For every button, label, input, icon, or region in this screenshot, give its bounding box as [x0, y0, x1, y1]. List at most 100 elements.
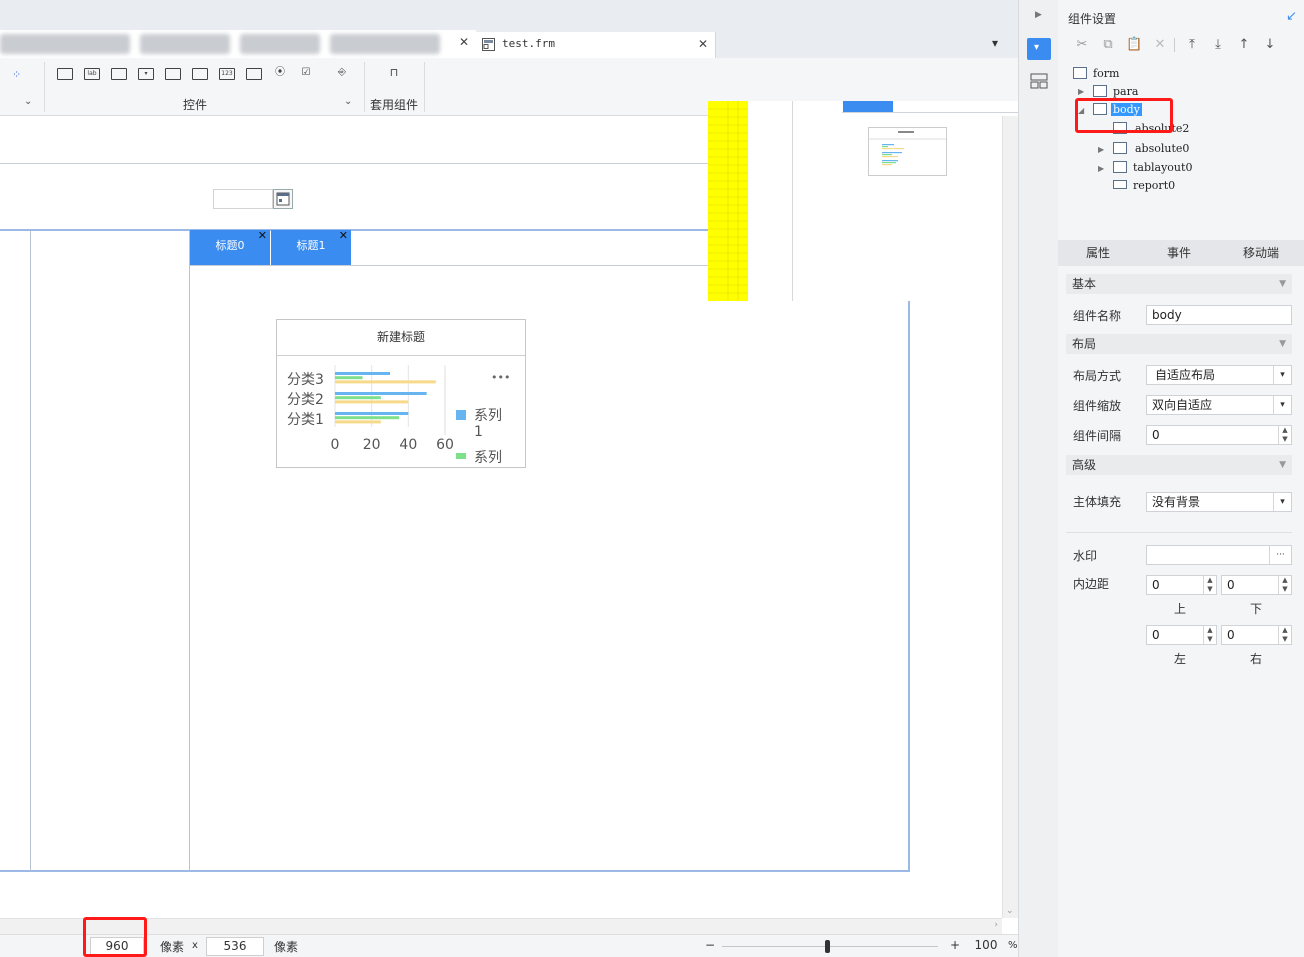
tab-events[interactable]: 事件: [1148, 240, 1210, 266]
chevron-down-icon[interactable]: ⌄: [24, 96, 32, 107]
gap-input[interactable]: 0 ▲ ▼: [1146, 425, 1292, 445]
layout-panel-button[interactable]: [1027, 70, 1051, 92]
layout-mode-value: 自适应布局: [1155, 368, 1216, 382]
pin-icon[interactable]: ↙: [1286, 9, 1297, 24]
move-bottom-icon[interactable]: ⤓: [1210, 37, 1226, 53]
spinner-icon[interactable]: ▲ ▼: [1278, 426, 1291, 444]
close-icon[interactable]: ✕: [258, 220, 267, 252]
vertical-scrollbar[interactable]: ⌄: [1002, 116, 1018, 918]
spinner-icon[interactable]: ▲ ▼: [1278, 576, 1291, 594]
chart-bar: [335, 400, 409, 404]
sparkle-icon[interactable]: ⁘: [12, 68, 21, 81]
tab-title0[interactable]: 标题0 ✕: [190, 229, 270, 265]
scroll-down-icon[interactable]: ⌄: [1006, 906, 1014, 916]
move-up-icon[interactable]: ↑: [1236, 37, 1252, 53]
spinner-icon[interactable]: ▲ ▼: [1278, 626, 1291, 644]
tab-mobile[interactable]: 移动端: [1230, 240, 1292, 266]
tree-node-absolute2[interactable]: absolute2: [1135, 122, 1189, 135]
tab-title1[interactable]: 标题1 ✕: [271, 229, 351, 265]
layout-mode-select[interactable]: 自适应布局 ▾: [1146, 365, 1292, 385]
paste-icon[interactable]: 📋: [1126, 37, 1142, 53]
chevron-down-icon[interactable]: ▾: [1273, 493, 1291, 511]
width-input[interactable]: 960: [90, 937, 144, 956]
height-input[interactable]: 536: [206, 937, 264, 956]
move-down-icon[interactable]: ↓: [1262, 37, 1278, 53]
zoom-slider-handle[interactable]: [825, 940, 830, 953]
watermark-input[interactable]: ···: [1146, 545, 1292, 565]
tree-node-report0[interactable]: report0: [1133, 179, 1175, 192]
number-widget-icon[interactable]: 123: [219, 68, 235, 80]
grid-widget-icon[interactable]: [192, 68, 208, 80]
padding-bottom-input[interactable]: 0 ▲ ▼: [1221, 575, 1292, 595]
copy-icon[interactable]: ⧉: [1100, 37, 1116, 53]
thumbnail-bar: [882, 152, 902, 154]
chevron-down-icon[interactable]: ▾: [1273, 396, 1291, 414]
chevron-down-icon[interactable]: ▾: [1273, 366, 1291, 384]
tree-node-form[interactable]: form: [1093, 67, 1119, 80]
tree-node-body[interactable]: body: [1111, 103, 1142, 116]
thumbnail-bar: [882, 148, 904, 150]
horizontal-scrollbar[interactable]: ›: [0, 918, 1002, 934]
close-icon[interactable]: ✕: [459, 35, 469, 49]
zoom-input[interactable]: 100: [968, 937, 1004, 956]
combobox-widget-icon[interactable]: ▾: [138, 68, 154, 80]
tab-menu-icon[interactable]: ▾: [992, 36, 998, 50]
button-widget-icon[interactable]: [57, 68, 73, 80]
zoom-in-button[interactable]: +: [950, 938, 960, 952]
thumbnail-bar: [882, 156, 898, 158]
collapse-arrow-icon[interactable]: ◢: [1078, 106, 1084, 115]
spinner-icon[interactable]: ▲ ▼: [1203, 626, 1216, 644]
padding-top-input[interactable]: 0 ▲ ▼: [1146, 575, 1217, 595]
expand-arrow-icon[interactable]: ▶: [1078, 87, 1084, 96]
move-top-icon[interactable]: ⤒: [1184, 37, 1200, 53]
zoom-slider-track[interactable]: [722, 946, 938, 947]
tab-blurred[interactable]: ✕: [0, 30, 476, 58]
tab-properties[interactable]: 属性: [1068, 240, 1128, 266]
x-tick-label: 40: [399, 437, 417, 453]
padding-right-input[interactable]: 0 ▲ ▼: [1221, 625, 1292, 645]
scale-label: 组件缩放: [1073, 399, 1122, 413]
widget-settings-button[interactable]: ▾: [1027, 38, 1051, 60]
form-node-icon: [1073, 67, 1087, 79]
tree-node-absolute0[interactable]: absolute0: [1135, 142, 1189, 155]
zoom-out-button[interactable]: −: [705, 938, 715, 952]
close-icon[interactable]: ✕: [698, 37, 708, 51]
radio-group-icon[interactable]: ⦿: [272, 68, 288, 80]
textbox-widget-icon[interactable]: [111, 68, 127, 80]
checkbox-group-icon[interactable]: ☑: [298, 68, 314, 80]
expand-arrow-icon[interactable]: ▶: [1098, 145, 1104, 154]
component-name-input[interactable]: body: [1146, 305, 1292, 325]
label-widget-icon[interactable]: lab: [84, 68, 100, 80]
chart-widget[interactable]: 新建标题 0 20 40 60 分类3 分类2 分类1 ••• 系列 1 系列: [276, 319, 526, 468]
tree-node-tablayout0[interactable]: tablayout0: [1133, 161, 1192, 174]
x-tick-label: 20: [363, 437, 381, 453]
delete-icon[interactable]: ✕: [1152, 37, 1168, 53]
thumbnail-bar: [882, 162, 896, 164]
close-icon[interactable]: ✕: [339, 220, 348, 252]
section-basic[interactable]: 基本 ▼: [1066, 274, 1292, 294]
section-layout[interactable]: 布局 ▼: [1066, 334, 1292, 354]
tab-file[interactable]: test.frm ✕: [476, 32, 716, 58]
form-file-icon: [482, 38, 495, 51]
tab-title1-label: 标题1: [296, 239, 326, 252]
expand-arrow-icon[interactable]: ▶: [1098, 164, 1104, 173]
textarea-widget-icon[interactable]: [246, 68, 262, 80]
tree-widget-icon[interactable]: ⎆: [334, 68, 350, 80]
spinner-icon[interactable]: ▲ ▼: [1203, 576, 1216, 594]
tree-node-para[interactable]: para: [1113, 85, 1138, 98]
more-icon[interactable]: ···: [1269, 546, 1291, 564]
collapse-right-icon[interactable]: ▶: [1035, 10, 1042, 20]
template-widget-icon[interactable]: ⊓: [386, 67, 402, 80]
component-name-label: 组件名称: [1073, 309, 1122, 323]
calendar-icon[interactable]: [273, 189, 293, 209]
cut-icon[interactable]: ✂: [1074, 37, 1090, 53]
fill-select[interactable]: 没有背景 ▾: [1146, 492, 1292, 512]
legend-swatch: [456, 453, 466, 459]
scroll-right-icon[interactable]: ›: [994, 920, 998, 930]
scale-select[interactable]: 双向自适应 ▾: [1146, 395, 1292, 415]
padding-left-input[interactable]: 0 ▲ ▼: [1146, 625, 1217, 645]
section-advanced[interactable]: 高级 ▼: [1066, 455, 1292, 475]
date-widget[interactable]: [213, 189, 273, 209]
chevron-down-icon[interactable]: ⌄: [344, 96, 352, 107]
date-widget-icon[interactable]: [165, 68, 181, 80]
